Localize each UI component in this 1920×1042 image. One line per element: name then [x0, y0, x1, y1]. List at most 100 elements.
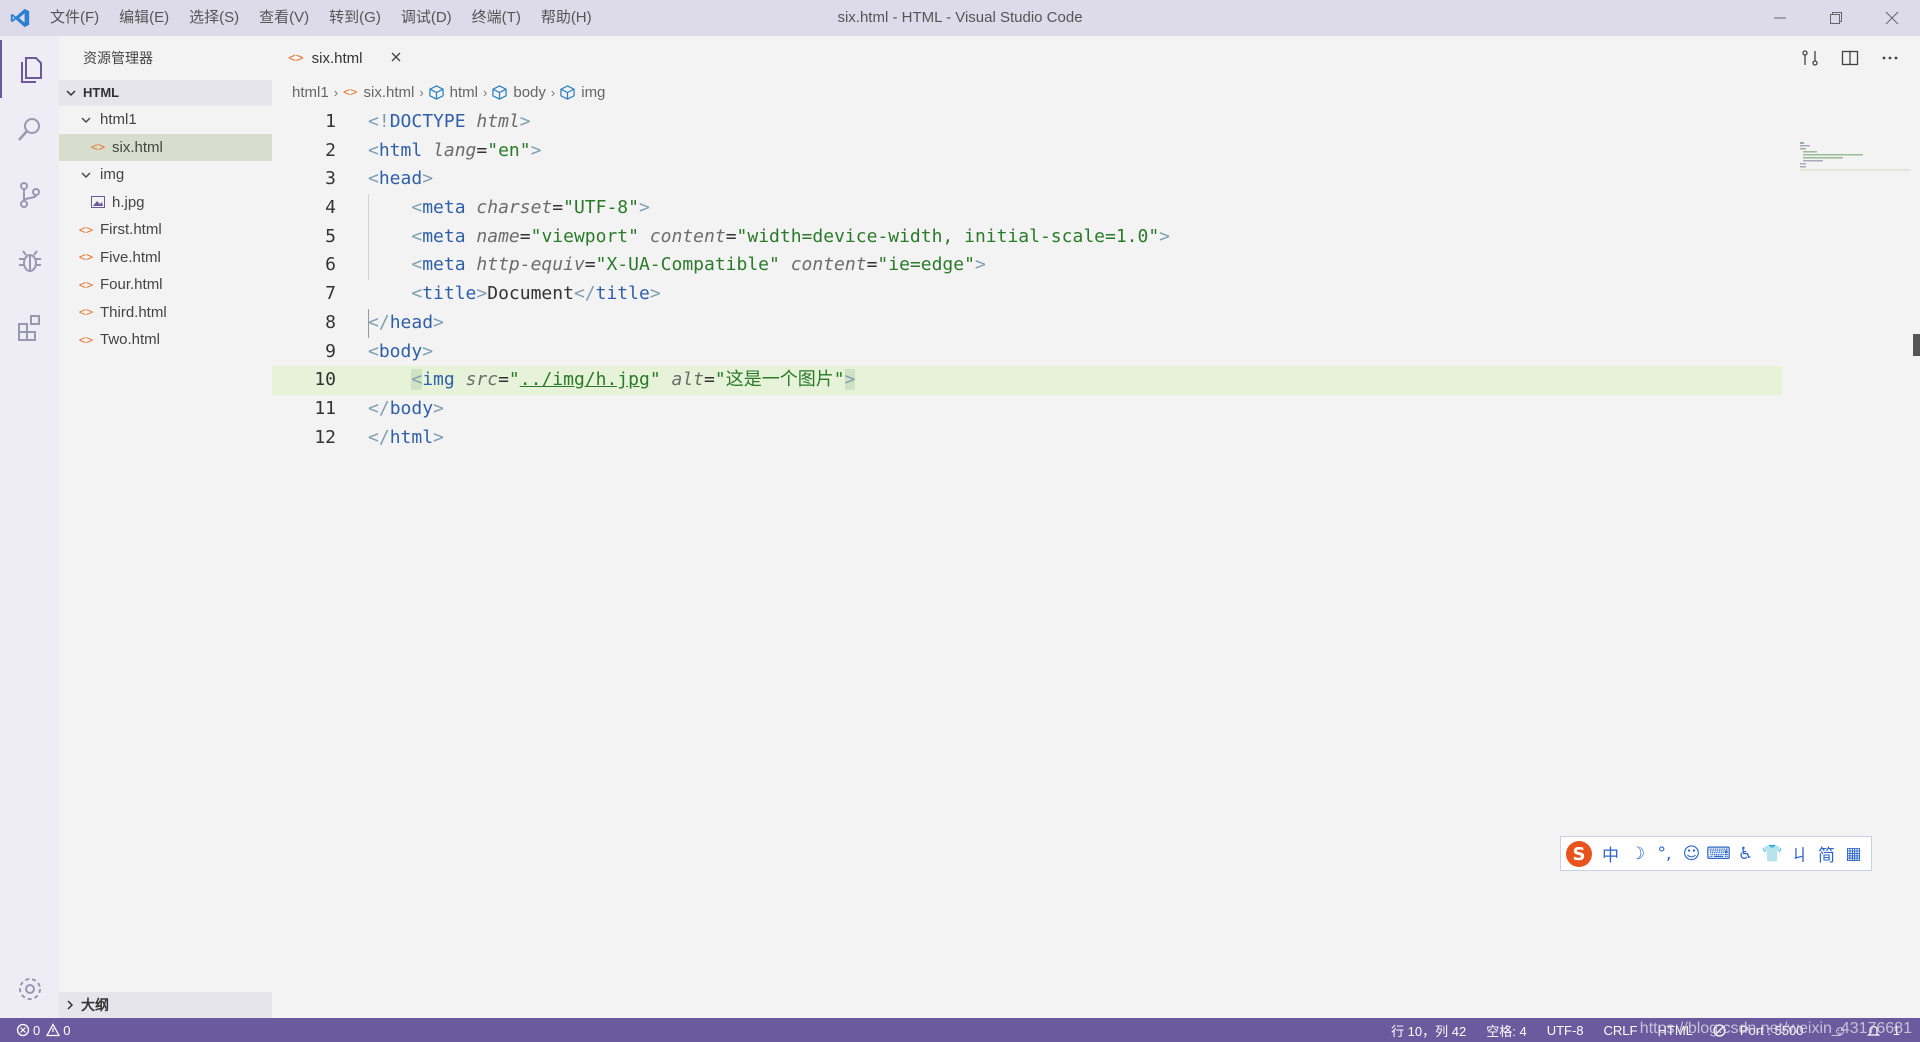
code-line: 8 </head> — [325, 311, 444, 333]
code-line: 7 <title>Document</title> — [325, 283, 661, 305]
tree-item-label: img — [100, 166, 125, 184]
breadcrumb-folder[interactable]: html1 — [292, 84, 329, 101]
chevron-down-icon — [77, 169, 95, 181]
window-controls — [1752, 0, 1920, 36]
file-tree: html1 <> six.html img h.jpg <> First.html <> Fiv… — [59, 106, 272, 354]
code-line: 6 <meta http-equiv="X-UA-Compatible" con… — [325, 254, 986, 276]
activity-bar — [0, 36, 59, 1018]
tree-item-label: h.jpg — [112, 193, 145, 211]
code-line: 5 <meta name="viewport" content="width=d… — [325, 225, 1171, 247]
ime-grid-icon[interactable]: ▦ — [1840, 844, 1867, 864]
settings-gear-icon[interactable] — [0, 960, 59, 1018]
code-line: 2 <html lang="en"> — [325, 139, 542, 161]
tree-file[interactable]: h.jpg — [59, 189, 272, 217]
ime-keyboard-icon[interactable]: ⌨ — [1705, 844, 1732, 864]
explorer-title: 资源管理器 — [83, 50, 153, 66]
breadcrumb-body[interactable]: body — [492, 84, 546, 101]
tree-item-label: six.html — [112, 138, 163, 156]
element-cube-icon — [560, 84, 575, 100]
tab-six-html[interactable]: <> six.html — [272, 36, 414, 80]
watermark: https://blog.csdn.net/weixin_43176681 — [1639, 1020, 1912, 1037]
sogou-logo-icon[interactable]: S — [1561, 837, 1597, 870]
open-changes-icon[interactable] — [1790, 36, 1830, 80]
ime-chinese-mode[interactable]: 中 — [1597, 841, 1624, 866]
html-file-icon: <> — [78, 332, 94, 347]
close-window-button[interactable] — [1864, 0, 1920, 36]
tree-file[interactable]: <> Two.html — [59, 326, 272, 354]
problems-indicator[interactable]: 0 0 — [0, 1023, 70, 1038]
minimize-button[interactable] — [1752, 0, 1808, 36]
menu-file[interactable]: 文件(F) — [40, 0, 109, 36]
menu-go[interactable]: 转到(G) — [319, 0, 391, 36]
error-count: 0 — [33, 1022, 41, 1038]
menu-debug[interactable]: 调试(D) — [391, 0, 462, 36]
code-line: 9 <body> — [325, 340, 434, 362]
editor-actions — [1790, 36, 1910, 80]
menu-view[interactable]: 查看(V) — [249, 0, 319, 36]
outline-label: 大纲 — [81, 997, 109, 1013]
split-editor-icon[interactable] — [1830, 36, 1870, 80]
tree-folder[interactable]: img — [59, 161, 272, 189]
ime-user-icon[interactable]: ♿ — [1732, 844, 1759, 864]
outline-section-header[interactable]: 大纲 — [59, 992, 272, 1018]
tree-file[interactable]: <> Four.html — [59, 271, 272, 299]
warning-icon — [46, 1023, 61, 1037]
indentation[interactable]: 空格: 4 — [1476, 1021, 1536, 1040]
html-file-icon: <> — [343, 85, 358, 99]
scrollbar-thumb[interactable] — [1913, 334, 1920, 356]
search-icon[interactable] — [0, 100, 59, 158]
vscode-logo-icon — [0, 0, 40, 36]
debug-icon[interactable] — [0, 232, 59, 290]
html-file-icon: <> — [78, 277, 94, 292]
tab-bar: <> six.html — [272, 36, 1920, 80]
tree-file[interactable]: <> six.html — [59, 133, 272, 161]
tree-item-label: First.html — [100, 221, 162, 239]
code-line: 4 <meta charset="UTF-8"> — [325, 197, 650, 219]
tab-label: six.html — [311, 49, 363, 67]
html-file-icon: <> — [78, 305, 94, 320]
more-actions-icon[interactable] — [1870, 36, 1910, 80]
explorer-icon[interactable] — [0, 40, 59, 98]
menu-selection[interactable]: 选择(S) — [179, 0, 249, 36]
encoding[interactable]: UTF-8 — [1537, 1023, 1594, 1038]
ime-toolbar: S 中 ☽ °, ☺ ⌨ ♿ 👕 ㄐ 简 ▦ — [1560, 836, 1872, 871]
chevron-down-icon — [59, 87, 83, 99]
ime-moon-icon[interactable]: ☽ — [1624, 844, 1651, 864]
breadcrumb-file[interactable]: <> six.html — [343, 84, 414, 101]
tree-item-label: Four.html — [100, 276, 163, 294]
breadcrumb-html[interactable]: html — [429, 84, 478, 101]
chevron-right-icon: › — [483, 84, 488, 100]
workspace-section-header[interactable]: HTML — [59, 80, 272, 106]
code-line: 12 </html> — [314, 426, 444, 448]
menu-terminal[interactable]: 终端(T) — [462, 0, 531, 36]
ime-punctuation-icon[interactable]: °, — [1651, 844, 1678, 864]
element-cube-icon — [492, 84, 508, 100]
breadcrumb-img[interactable]: img — [560, 84, 605, 101]
code-line: 3 <head> — [325, 168, 434, 190]
ime-emoji-icon[interactable]: ☺ — [1678, 844, 1705, 864]
title-bar: 文件(F) 编辑(E) 选择(S) 查看(V) 转到(G) 调试(D) 终端(T… — [0, 0, 1920, 36]
error-icon — [16, 1023, 30, 1037]
ime-simplified[interactable]: 简 — [1813, 841, 1840, 866]
chevron-right-icon — [59, 999, 81, 1011]
tree-file[interactable]: <> Third.html — [59, 299, 272, 327]
html-file-icon: <> — [78, 250, 94, 265]
menu-edit[interactable]: 编辑(E) — [109, 0, 179, 36]
tree-file[interactable]: <> Five.html — [59, 244, 272, 272]
ime-skin-icon[interactable]: 👕 — [1759, 844, 1786, 864]
source-control-icon[interactable] — [0, 166, 59, 224]
tree-item-label: Third.html — [100, 303, 167, 321]
menu-help[interactable]: 帮助(H) — [531, 0, 602, 36]
html-file-icon: <> — [90, 140, 106, 155]
extensions-icon[interactable] — [0, 298, 59, 356]
restore-button[interactable] — [1808, 0, 1864, 36]
cursor-position[interactable]: 行 10，列 42 — [1381, 1021, 1476, 1040]
code-editor[interactable]: 1 <!DOCTYPE html> 2 <html lang="en"> 3 <hea… — [272, 108, 1782, 452]
close-tab-icon[interactable] — [390, 50, 402, 67]
minimap[interactable] — [1800, 142, 1910, 172]
breadcrumb: html1 › <> six.html › html › body › img — [272, 80, 1920, 104]
tree-folder[interactable]: html1 — [59, 106, 272, 134]
tree-item-label: Two.html — [100, 331, 161, 349]
tree-file[interactable]: <> First.html — [59, 216, 272, 244]
ime-crop-icon[interactable]: ㄐ — [1786, 841, 1813, 866]
